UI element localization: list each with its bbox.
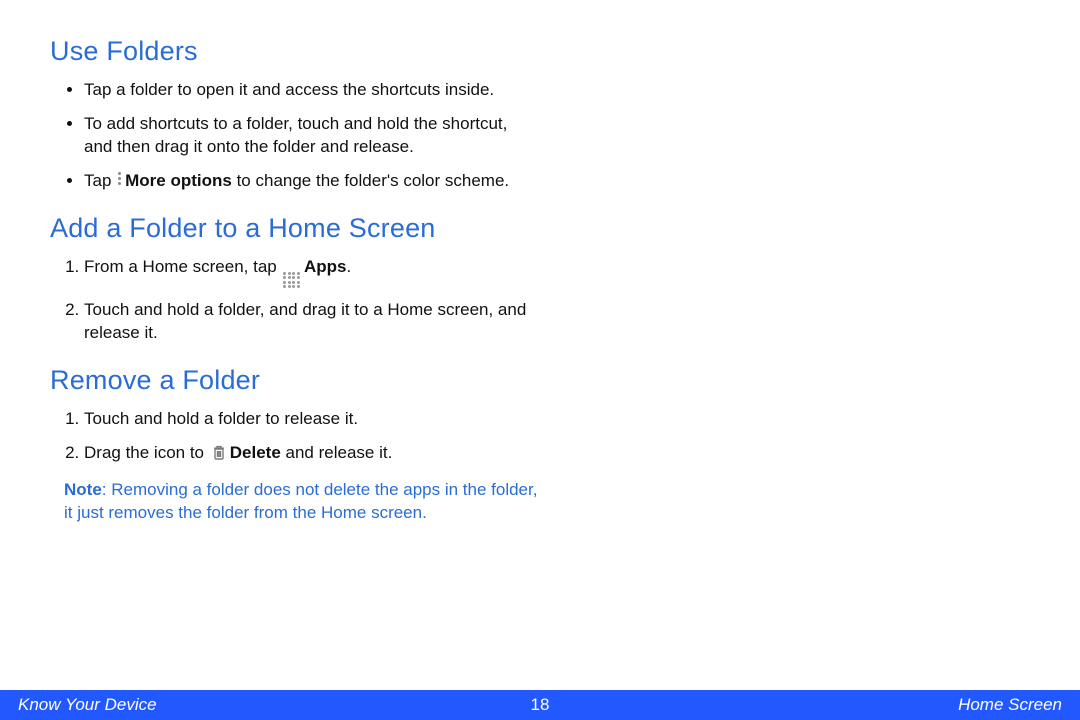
remove-folder-steps: Touch and hold a folder to release it. D… <box>84 408 540 468</box>
step-item: From a Home screen, tap Apps. <box>84 256 540 289</box>
step-text-post: . <box>346 257 351 276</box>
step-item: Touch and hold a folder to release it. <box>84 408 540 431</box>
footer-right: Home Screen <box>958 695 1062 715</box>
step-item: Touch and hold a folder, and drag it to … <box>84 299 540 345</box>
document-page: Use Folders Tap a folder to open it and … <box>0 0 1080 720</box>
note-sep: : <box>102 480 111 499</box>
apps-grid-icon <box>283 272 300 289</box>
page-footer: Know Your Device 18 Home Screen <box>0 690 1080 720</box>
bullet-item: To add shortcuts to a folder, touch and … <box>84 113 540 159</box>
step-text-pre: From a Home screen, tap <box>84 257 281 276</box>
step-item: Drag the icon to Delete and release it. <box>84 442 540 468</box>
note-text: Removing a folder does not delete the ap… <box>64 480 537 522</box>
bullet-text-pre: Tap <box>84 171 116 190</box>
note-label: Note <box>64 480 102 499</box>
bullet-item: Tap a folder to open it and access the s… <box>84 79 540 102</box>
bullet-text-bold: More options <box>125 171 232 190</box>
note-block: Note: Removing a folder does not delete … <box>64 479 540 525</box>
trash-icon <box>211 444 227 468</box>
footer-page-number: 18 <box>531 695 550 715</box>
footer-left: Know Your Device <box>18 695 157 715</box>
use-folders-bullets: Tap a folder to open it and access the s… <box>84 79 540 193</box>
heading-add-folder: Add a Folder to a Home Screen <box>50 213 540 244</box>
more-options-icon <box>118 170 122 187</box>
step-text-pre: Drag the icon to <box>84 443 209 462</box>
step-text-bold: Apps <box>304 257 347 276</box>
bullet-item: Tap More options to change the folder's … <box>84 170 540 193</box>
step-text-post: and release it. <box>281 443 393 462</box>
heading-remove-folder: Remove a Folder <box>50 365 540 396</box>
bullet-text-post: to change the folder's color scheme. <box>232 171 509 190</box>
step-text-bold: Delete <box>230 443 281 462</box>
add-folder-steps: From a Home screen, tap Apps. Touch and … <box>84 256 540 345</box>
page-content: Use Folders Tap a folder to open it and … <box>0 0 600 525</box>
heading-use-folders: Use Folders <box>50 36 540 67</box>
